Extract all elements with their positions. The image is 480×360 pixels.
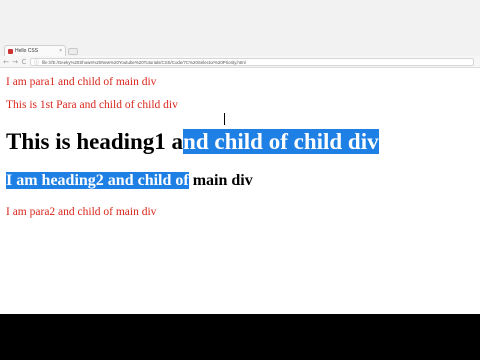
heading2: I am heading2 and child of main div (6, 172, 253, 190)
browser-window: Hello CSS × ← → C ⓘ file:///E:/Geeky%20S… (0, 0, 480, 314)
back-icon[interactable]: ← (2, 56, 10, 68)
new-tab-button[interactable] (68, 48, 78, 55)
heading2-plain-text: main div (188, 172, 253, 189)
heading1-plain-text: This is heading1 a (6, 129, 184, 154)
tab-title: Hello CSS (15, 48, 39, 54)
heading2-selected-text: I am heading2 and child of (6, 172, 189, 189)
heading1-selected-text: nd child of child div (183, 129, 379, 154)
text-cursor-icon (224, 113, 225, 125)
info-icon: ⓘ (34, 59, 40, 66)
forward-icon[interactable]: → (11, 56, 19, 68)
favicon-icon (8, 48, 13, 54)
heading1: This is heading1 and child of child div (6, 129, 379, 155)
reload-icon[interactable]: C (20, 56, 28, 68)
para1: I am para1 and child of main div (6, 76, 157, 88)
child-para: This is 1st Para and child of child div (6, 99, 178, 111)
close-icon[interactable]: × (59, 48, 62, 54)
url-input[interactable]: ⓘ file:///E:/Geeky%20Shows%20New%20Youtu… (30, 58, 474, 66)
para2: I am para2 and child of main div (6, 206, 157, 218)
url-text: file:///E:/Geeky%20Shows%20New%20Youtube… (42, 59, 246, 65)
tab-hello-css[interactable]: Hello CSS × (4, 45, 66, 56)
